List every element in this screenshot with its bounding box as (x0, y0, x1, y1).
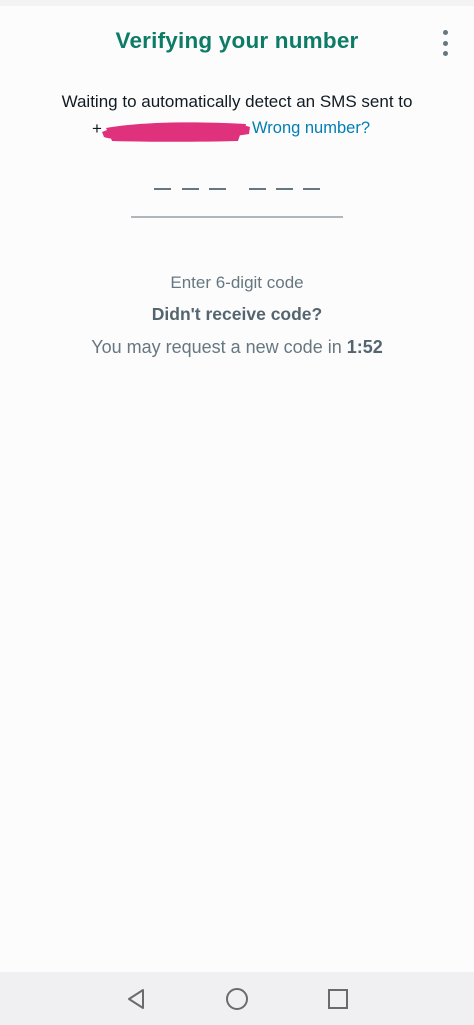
status-bar (0, 0, 474, 6)
enter-code-hint: Enter 6-digit code (170, 273, 304, 292)
home-button[interactable] (224, 986, 250, 1012)
code-input-underline (131, 216, 343, 218)
more-options-button[interactable] (430, 30, 460, 56)
digit-placeholder (209, 188, 226, 190)
resend-countdown: You may request a new code in 1:52 (0, 337, 474, 358)
wrong-number-link[interactable]: Wrong number? (252, 119, 370, 138)
page-title: Verifying your number (115, 28, 359, 53)
verification-screen: Verifying your number Waiting to automat… (0, 0, 474, 1025)
digit-placeholder (276, 188, 293, 190)
back-triangle-icon (128, 989, 144, 1009)
home-circle-icon (226, 988, 248, 1010)
code-input-field[interactable] (131, 170, 343, 220)
code-digit-placeholders (131, 188, 343, 192)
system-navigation-bar (0, 972, 474, 1025)
more-vert-icon-dot (442, 40, 448, 46)
recents-square-icon (328, 989, 348, 1009)
resend-timer: 1:52 (346, 337, 383, 357)
digit-placeholder (154, 188, 171, 190)
digit-placeholder (249, 188, 266, 190)
sms-waiting-message: Waiting to automatically detect an SMS s… (61, 92, 413, 111)
digit-placeholder (182, 188, 199, 190)
recents-button[interactable] (325, 986, 351, 1012)
more-vert-icon-dot (442, 51, 448, 56)
more-vert-icon (442, 30, 448, 35)
phone-number-line: + Wrong number? (0, 117, 474, 143)
back-button[interactable] (124, 986, 150, 1012)
resend-text: You may request a new code in (91, 337, 342, 357)
didnt-receive-code-label: Didn't receive code? (151, 304, 323, 324)
redacted-phone-number (102, 122, 250, 142)
digit-placeholder (303, 188, 320, 190)
